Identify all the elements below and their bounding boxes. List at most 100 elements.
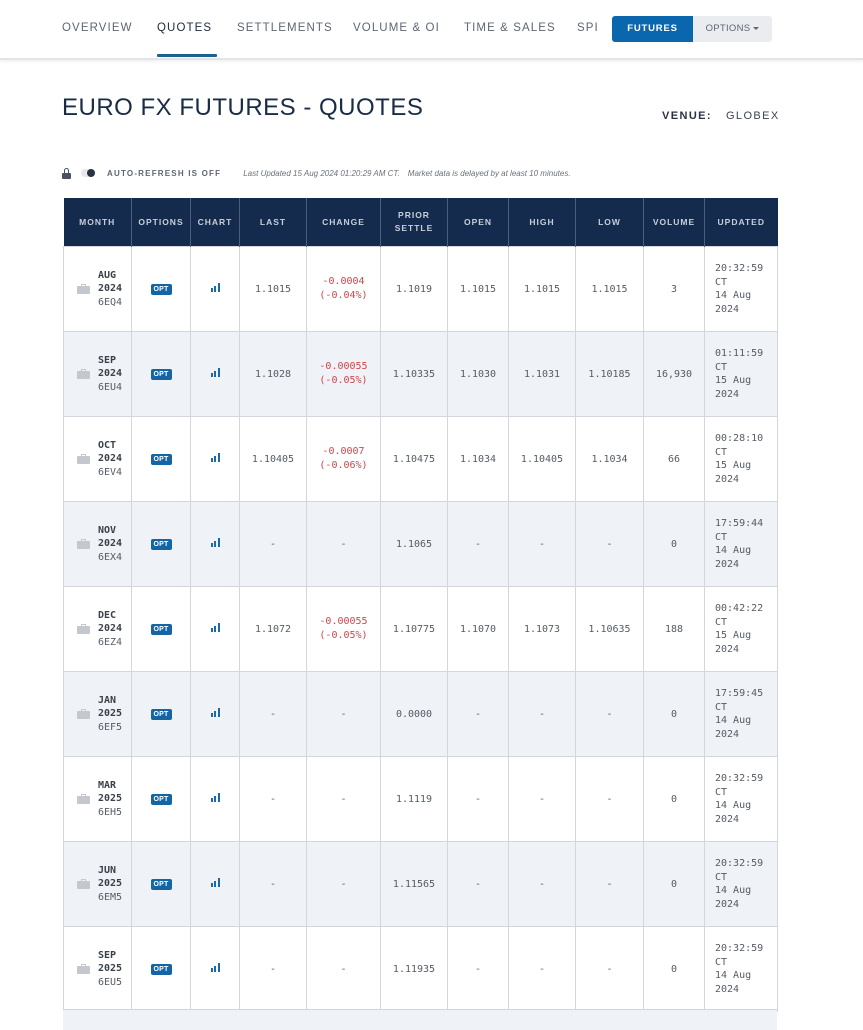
futures-button[interactable]: FUTURES — [612, 16, 693, 42]
contract-year: 2024 — [98, 453, 123, 465]
column-header-updated[interactable]: UPDATED — [704, 198, 778, 247]
updated-time: 20:32:59 — [715, 943, 764, 954]
venue-label: VENUE: — [662, 110, 712, 122]
column-header-chart[interactable]: CHART — [190, 198, 240, 247]
tab-volume-oi[interactable]: VOLUME & OI — [353, 22, 440, 34]
status-row: AUTO-REFRESH IS OFF Last Updated 15 Aug … — [62, 166, 571, 180]
delay-notice: Market data is delayed by at least 10 mi… — [407, 168, 571, 178]
tab-quotes[interactable]: QUOTES — [157, 22, 212, 34]
bar-chart-icon[interactable] — [210, 963, 220, 972]
active-tab-indicator — [157, 54, 217, 57]
briefcase-icon[interactable] — [77, 539, 90, 549]
updated-date: 14 Aug — [715, 800, 752, 811]
low-cell: - — [575, 501, 644, 587]
chart-cell — [190, 416, 240, 502]
low-cell: - — [575, 841, 644, 927]
opt-badge-button[interactable]: OPT — [150, 624, 172, 635]
updated-cell: 01:11:59 CT 15 Aug 2024 — [704, 331, 778, 417]
briefcase-icon[interactable] — [77, 624, 90, 634]
briefcase-icon[interactable] — [77, 454, 90, 464]
change-value: -0.0007 — [322, 446, 365, 457]
updated-time: 20:32:59 — [715, 773, 764, 784]
auto-refresh-toggle[interactable] — [81, 169, 95, 177]
tab-overview[interactable]: OVERVIEW — [62, 22, 133, 34]
column-header-open[interactable]: OPEN — [447, 198, 509, 247]
briefcase-icon[interactable] — [77, 964, 90, 974]
briefcase-icon[interactable] — [77, 369, 90, 379]
last-cell: 1.1015 — [239, 246, 307, 332]
updated-year: 2024 — [715, 813, 740, 825]
volume-cell: 188 — [643, 586, 705, 672]
contract-year: 2025 — [98, 963, 123, 975]
bar-chart-icon[interactable] — [210, 793, 220, 802]
column-header-month[interactable]: MONTH — [63, 198, 132, 247]
column-header-low[interactable]: LOW — [575, 198, 644, 247]
updated-time: 01:11:59 — [715, 348, 764, 359]
briefcase-icon[interactable] — [77, 709, 90, 719]
contract-month: DEC — [98, 609, 117, 621]
column-header-last[interactable]: LAST — [239, 198, 307, 247]
tab-spi-truncated[interactable]: SPI — [577, 22, 597, 34]
month-cell: JAN 2025 6EF5 — [63, 671, 132, 757]
briefcase-icon[interactable] — [77, 879, 90, 889]
open-cell: 1.1070 — [447, 586, 509, 672]
volume-cell: 0 — [643, 756, 705, 842]
open-cell: - — [447, 756, 509, 842]
table-row: DEC 2024 6EZ4 OPT 1.1072 -0.00055 (-0.05%… — [63, 586, 778, 672]
change-cell: -0.0004 (-0.04%) — [306, 246, 381, 332]
table-row: MAR 2025 6EH5 OPT - - 1.1119 - - - 0 20:… — [63, 756, 778, 842]
tab-settlements[interactable]: SETTLEMENTS — [237, 22, 333, 34]
chart-cell — [190, 756, 240, 842]
change-value: - — [340, 538, 347, 550]
month-cell: AUG 2024 6EQ4 — [63, 246, 132, 332]
column-header-change[interactable]: CHANGE — [306, 198, 381, 247]
options-dropdown-button[interactable]: OPTIONS — [693, 16, 772, 42]
top-navigation: OVERVIEW QUOTES SETTLEMENTS VOLUME & OI … — [0, 0, 863, 60]
opt-badge-button[interactable]: OPT — [150, 284, 172, 295]
change-value: - — [340, 793, 347, 805]
bar-chart-icon[interactable] — [210, 283, 220, 292]
contract-code: 6EF5 — [98, 721, 123, 733]
table-row: JUN 2025 6EM5 OPT - - 1.11565 - - - 0 20… — [63, 841, 778, 927]
opt-badge-button[interactable]: OPT — [150, 709, 172, 720]
updated-date: 15 Aug — [715, 460, 752, 471]
opt-badge-button[interactable]: OPT — [150, 964, 172, 975]
bar-chart-icon[interactable] — [210, 368, 220, 377]
opt-badge-button[interactable]: OPT — [150, 369, 172, 380]
bar-chart-icon[interactable] — [210, 538, 220, 547]
opt-badge-button[interactable]: OPT — [150, 539, 172, 550]
table-row: AUG 2024 6EQ4 OPT 1.1015 -0.0004 (-0.04%)… — [63, 246, 778, 332]
chart-cell — [190, 246, 240, 332]
month-cell: DEC 2024 6EZ4 — [63, 586, 132, 672]
bar-chart-icon[interactable] — [210, 623, 220, 632]
updated-timezone: CT — [715, 786, 728, 798]
column-header-prior-settle[interactable]: PRIOR SETTLE — [380, 198, 448, 247]
open-cell: - — [447, 501, 509, 587]
briefcase-icon[interactable] — [77, 284, 90, 294]
change-percent: (-0.05%) — [319, 630, 368, 641]
column-header-high[interactable]: HIGH — [508, 198, 576, 247]
briefcase-icon[interactable] — [77, 794, 90, 804]
last-cell: 1.10405 — [239, 416, 307, 502]
prior-settle-cell: 1.1119 — [380, 756, 448, 842]
tab-time-sales[interactable]: TIME & SALES — [464, 22, 556, 34]
bar-chart-icon[interactable] — [210, 453, 220, 462]
updated-date: 14 Aug — [715, 970, 752, 981]
bar-chart-icon[interactable] — [210, 878, 220, 887]
last-cell: - — [239, 841, 307, 927]
change-value: - — [340, 708, 347, 720]
opt-badge-button[interactable]: OPT — [150, 879, 172, 890]
column-header-options[interactable]: OPTIONS — [131, 198, 191, 247]
opt-badge-button[interactable]: OPT — [150, 794, 172, 805]
change-cell: - — [306, 841, 381, 927]
bar-chart-icon[interactable] — [210, 708, 220, 717]
low-cell: 1.1015 — [575, 246, 644, 332]
opt-badge-button[interactable]: OPT — [150, 454, 172, 465]
contract-code: 6EH5 — [98, 806, 123, 818]
updated-cell: 20:32:59 CT 14 Aug 2024 — [704, 756, 778, 842]
contract-month: JUN — [98, 864, 117, 876]
page-title: EURO FX FUTURES - QUOTES — [62, 94, 424, 121]
options-cell: OPT — [131, 331, 191, 417]
column-header-volume[interactable]: VOLUME — [643, 198, 705, 247]
updated-cell: 20:32:59 CT 14 Aug 2024 — [704, 246, 778, 332]
